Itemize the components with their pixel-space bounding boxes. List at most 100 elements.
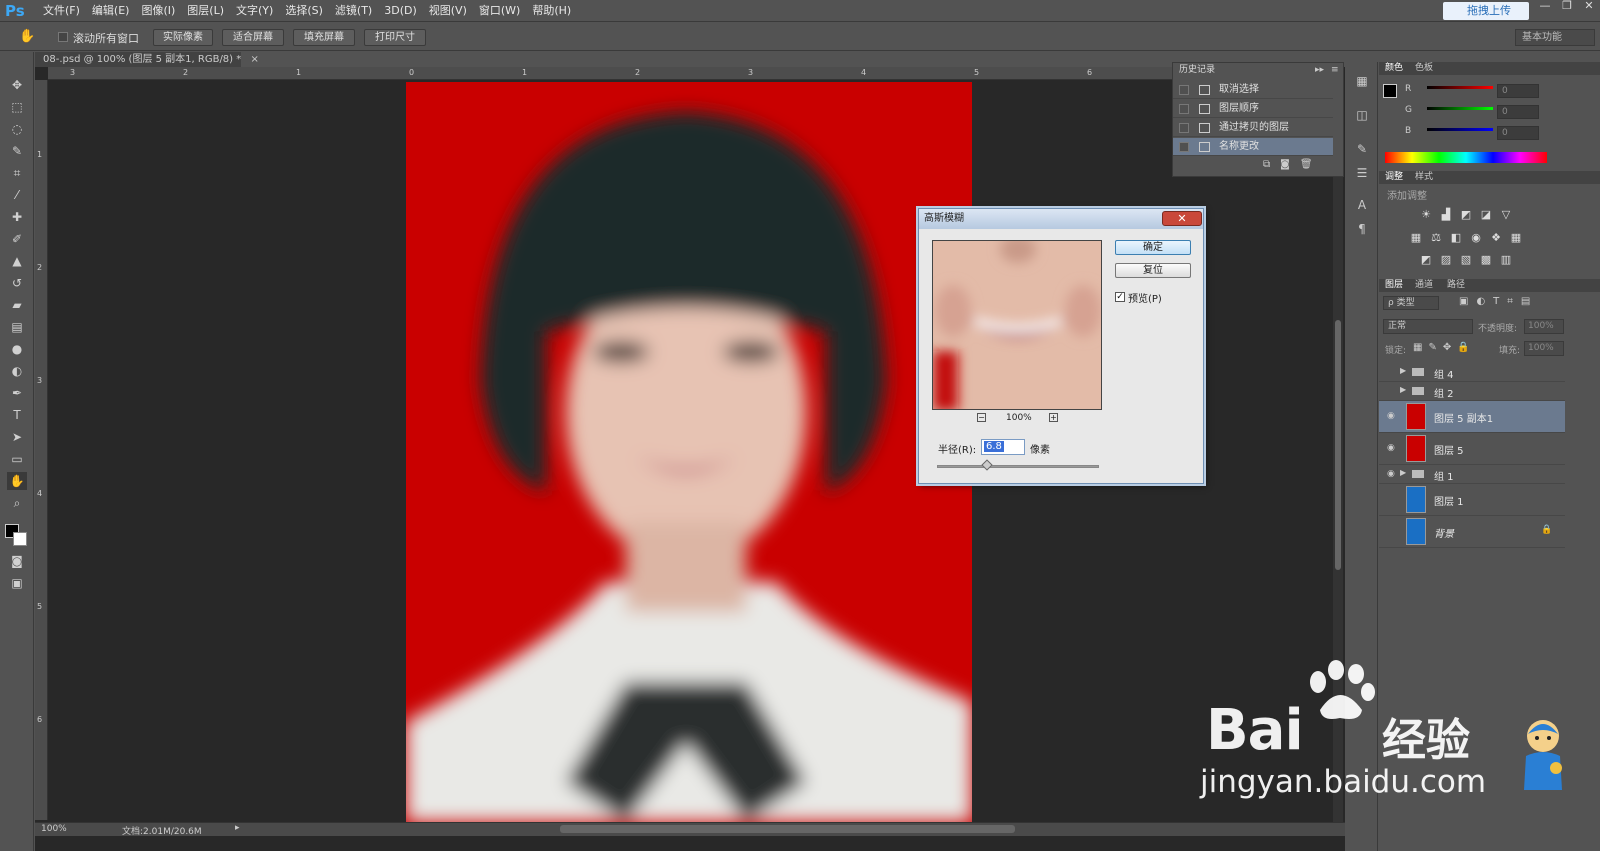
curves-icon[interactable]: ◩ xyxy=(1459,209,1473,221)
posterize-icon[interactable]: ▨ xyxy=(1439,254,1453,266)
channel-mixer-icon[interactable]: ❖ xyxy=(1489,232,1503,244)
hand-tool-icon[interactable]: ✋ xyxy=(19,29,35,45)
tab-channels[interactable]: 通道 xyxy=(1415,279,1433,292)
tab-layers[interactable]: 图层 xyxy=(1385,279,1403,292)
workspace-select[interactable]: 基本功能 xyxy=(1515,29,1595,46)
paragraph-panel-icon[interactable]: ¶ xyxy=(1355,222,1369,236)
blue-value[interactable]: 0 xyxy=(1497,126,1539,140)
quick-mask-icon[interactable]: ◙ xyxy=(7,552,27,570)
color-spectrum[interactable] xyxy=(1385,152,1547,163)
eraser-tool-icon[interactable]: ▰ xyxy=(7,296,27,314)
fit-screen-button[interactable]: 适合屏幕 xyxy=(222,29,284,46)
vertical-scroll-thumb[interactable] xyxy=(1335,320,1341,570)
eye-icon[interactable]: ◉ xyxy=(1387,411,1397,421)
layer-row-group[interactable]: ▶ 组 2 xyxy=(1379,382,1565,401)
tab-paths[interactable]: 路径 xyxy=(1447,279,1465,292)
eye-icon[interactable]: ◉ xyxy=(1387,469,1397,479)
dodge-tool-icon[interactable]: ◐ xyxy=(7,362,27,380)
radius-slider-thumb[interactable] xyxy=(981,459,993,471)
eye-icon[interactable]: ◉ xyxy=(1387,443,1397,453)
menu-3d[interactable]: 3D(D) xyxy=(378,0,423,22)
visibility-toggle[interactable] xyxy=(1387,494,1397,504)
threshold-icon[interactable]: ▧ xyxy=(1459,254,1473,266)
crop-tool-icon[interactable]: ⌗ xyxy=(7,164,27,182)
black-white-icon[interactable]: ◧ xyxy=(1449,232,1463,244)
print-size-button[interactable]: 打印尺寸 xyxy=(364,29,426,46)
dialog-title[interactable]: 高斯模糊 xyxy=(919,209,1203,229)
reset-button[interactable]: 复位 xyxy=(1115,263,1191,278)
dialog-close-button[interactable]: ✕ xyxy=(1162,211,1202,226)
history-footer-icons[interactable]: ⧉◙🗑 xyxy=(1263,159,1323,170)
visibility-toggle[interactable] xyxy=(1387,386,1397,396)
gradient-tool-icon[interactable]: ▤ xyxy=(7,318,27,336)
drag-upload-button[interactable]: 拖拽上传 xyxy=(1443,2,1529,20)
move-tool-icon[interactable]: ✥ xyxy=(7,76,27,94)
layer-row-background[interactable]: 背景 🔒 xyxy=(1379,516,1565,548)
color-lookup-icon[interactable]: ▦ xyxy=(1509,232,1523,244)
history-checkbox[interactable] xyxy=(1179,142,1189,152)
menu-window[interactable]: 窗口(W) xyxy=(473,0,526,22)
menu-edit[interactable]: 编辑(E) xyxy=(86,0,136,22)
ok-button[interactable]: 确定 xyxy=(1115,240,1191,255)
shape-tool-icon[interactable]: ▭ xyxy=(7,450,27,468)
status-menu-arrow-icon[interactable]: ▸ xyxy=(235,823,240,833)
blur-preview[interactable] xyxy=(932,240,1102,410)
pen-tool-icon[interactable]: ✒ xyxy=(7,384,27,402)
preview-checkbox[interactable]: ✓ xyxy=(1115,292,1125,302)
photo-filter-icon[interactable]: ◉ xyxy=(1469,232,1483,244)
history-brush-icon[interactable]: ↺ xyxy=(7,274,27,292)
lasso-tool-icon[interactable]: ◌ xyxy=(7,120,27,138)
menu-file[interactable]: 文件(F) xyxy=(37,0,86,22)
minimize-button[interactable]: — xyxy=(1534,0,1556,14)
properties-panel-icon[interactable]: ◫ xyxy=(1355,108,1369,122)
menu-filter[interactable]: 滤镜(T) xyxy=(329,0,378,22)
radius-slider[interactable] xyxy=(937,465,1099,468)
panel-menu-icon[interactable]: ≡ xyxy=(1331,65,1339,75)
adjust-panel-icon[interactable]: ☰ xyxy=(1355,166,1369,180)
tab-adjustments[interactable]: 调整 xyxy=(1385,171,1403,184)
marquee-tool-icon[interactable]: ⬚ xyxy=(7,98,27,116)
tab-styles[interactable]: 样式 xyxy=(1415,171,1433,184)
healing-tool-icon[interactable]: ✚ xyxy=(7,208,27,226)
expand-arrow-icon[interactable]: ▶ xyxy=(1400,468,1406,477)
lock-icons[interactable]: ▦✎✥🔒 xyxy=(1413,342,1476,353)
scroll-all-checkbox[interactable] xyxy=(58,32,68,42)
menu-help[interactable]: 帮助(H) xyxy=(526,0,577,22)
history-item[interactable]: 取消选择 xyxy=(1173,81,1333,99)
horizontal-scroll-thumb[interactable] xyxy=(560,825,1015,833)
quick-select-tool-icon[interactable]: ✎ xyxy=(7,142,27,160)
vibrance-icon[interactable]: ▽ xyxy=(1499,209,1513,221)
opacity-input[interactable]: 100% xyxy=(1524,319,1564,334)
visibility-toggle[interactable] xyxy=(1387,367,1397,377)
restore-button[interactable]: ❐ xyxy=(1556,0,1578,14)
brush-tool-icon[interactable]: ✐ xyxy=(7,230,27,248)
color-balance-icon[interactable]: ⚖ xyxy=(1429,232,1443,244)
gradient-map-icon[interactable]: ▥ xyxy=(1499,254,1513,266)
menu-view[interactable]: 视图(V) xyxy=(423,0,473,22)
menu-layer[interactable]: 图层(L) xyxy=(181,0,230,22)
menu-select[interactable]: 选择(S) xyxy=(279,0,329,22)
menu-type[interactable]: 文字(Y) xyxy=(230,0,279,22)
history-item[interactable]: 通过拷贝的图层 xyxy=(1173,119,1333,137)
screen-mode-icon[interactable]: ▣ xyxy=(7,574,27,592)
selective-color-icon[interactable]: ▩ xyxy=(1479,254,1493,266)
zoom-out-button[interactable]: − xyxy=(977,413,986,422)
layer-row-group[interactable]: ◉ ▶ 组 1 xyxy=(1379,465,1565,484)
close-window-button[interactable]: ✕ xyxy=(1578,0,1600,14)
expand-arrow-icon[interactable]: ▶ xyxy=(1400,385,1406,394)
history-checkbox[interactable] xyxy=(1179,123,1189,133)
panel-collapse-icon[interactable]: ▸▸ xyxy=(1315,65,1324,75)
blend-mode-select[interactable]: 正常 xyxy=(1383,319,1473,334)
layer-row-selected[interactable]: ◉ 图层 5 副本1 xyxy=(1379,401,1565,433)
history-checkbox[interactable] xyxy=(1179,85,1189,95)
invert-icon[interactable]: ◩ xyxy=(1419,254,1433,266)
tab-color[interactable]: 颜色 xyxy=(1385,62,1403,75)
canvas-image[interactable] xyxy=(406,82,972,822)
background-color-swatch[interactable] xyxy=(13,532,27,546)
layer-row-group[interactable]: ▶ 组 4 xyxy=(1379,363,1565,382)
eyedropper-tool-icon[interactable]: ⁄ xyxy=(7,186,27,204)
tab-swatches[interactable]: 色板 xyxy=(1415,62,1433,75)
history-item-selected[interactable]: 名称更改 xyxy=(1173,138,1333,156)
visibility-toggle[interactable] xyxy=(1387,526,1397,536)
history-item[interactable]: 图层顺序 xyxy=(1173,100,1333,118)
